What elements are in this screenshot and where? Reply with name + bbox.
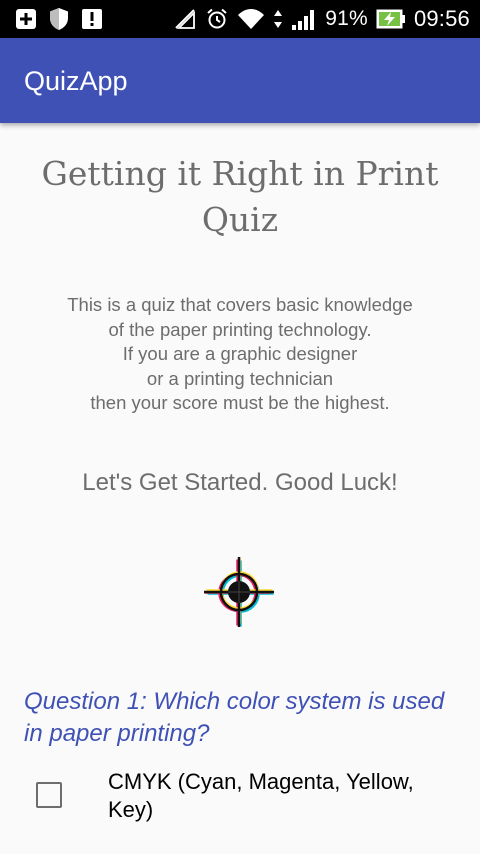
- system-icons: 91% 09:56: [173, 6, 470, 32]
- quiz-content[interactable]: Getting it Right in Print Quiz This is a…: [0, 123, 480, 854]
- app-bar: QuizApp: [0, 38, 480, 123]
- quiz-description: This is a quiz that covers basic knowled…: [67, 294, 413, 413]
- notification-icons: [14, 7, 104, 31]
- start-message: Let's Get Started. Good Luck!: [82, 469, 398, 496]
- question-1-option-1[interactable]: CMYK (Cyan, Magenta, Yellow, Key): [0, 768, 480, 828]
- data-arrows-icon: [273, 7, 283, 31]
- alert-box-icon: [80, 7, 104, 31]
- battery-percent: 91%: [325, 7, 368, 30]
- cell-signal-icon: [291, 7, 317, 31]
- clock: 09:56: [413, 6, 470, 31]
- registration-mark-icon: [200, 553, 278, 631]
- status-bar: 91% 09:56: [0, 0, 480, 38]
- wifi-icon: [237, 7, 265, 31]
- app-title: QuizApp: [24, 66, 128, 96]
- shield-icon: [48, 7, 70, 31]
- option-label-cmyk[interactable]: CMYK (Cyan, Magenta, Yellow, Key): [108, 768, 458, 824]
- alarm-icon: [205, 7, 229, 31]
- add-box-icon: [14, 7, 38, 31]
- quiz-title: Getting it Right in Print Quiz: [41, 154, 439, 239]
- battery-charging-icon: [376, 8, 406, 30]
- no-signal-icon: [173, 7, 197, 31]
- checkbox-cmyk[interactable]: [36, 782, 62, 808]
- question-1-text: Question 1: Which color system is used i…: [24, 688, 445, 747]
